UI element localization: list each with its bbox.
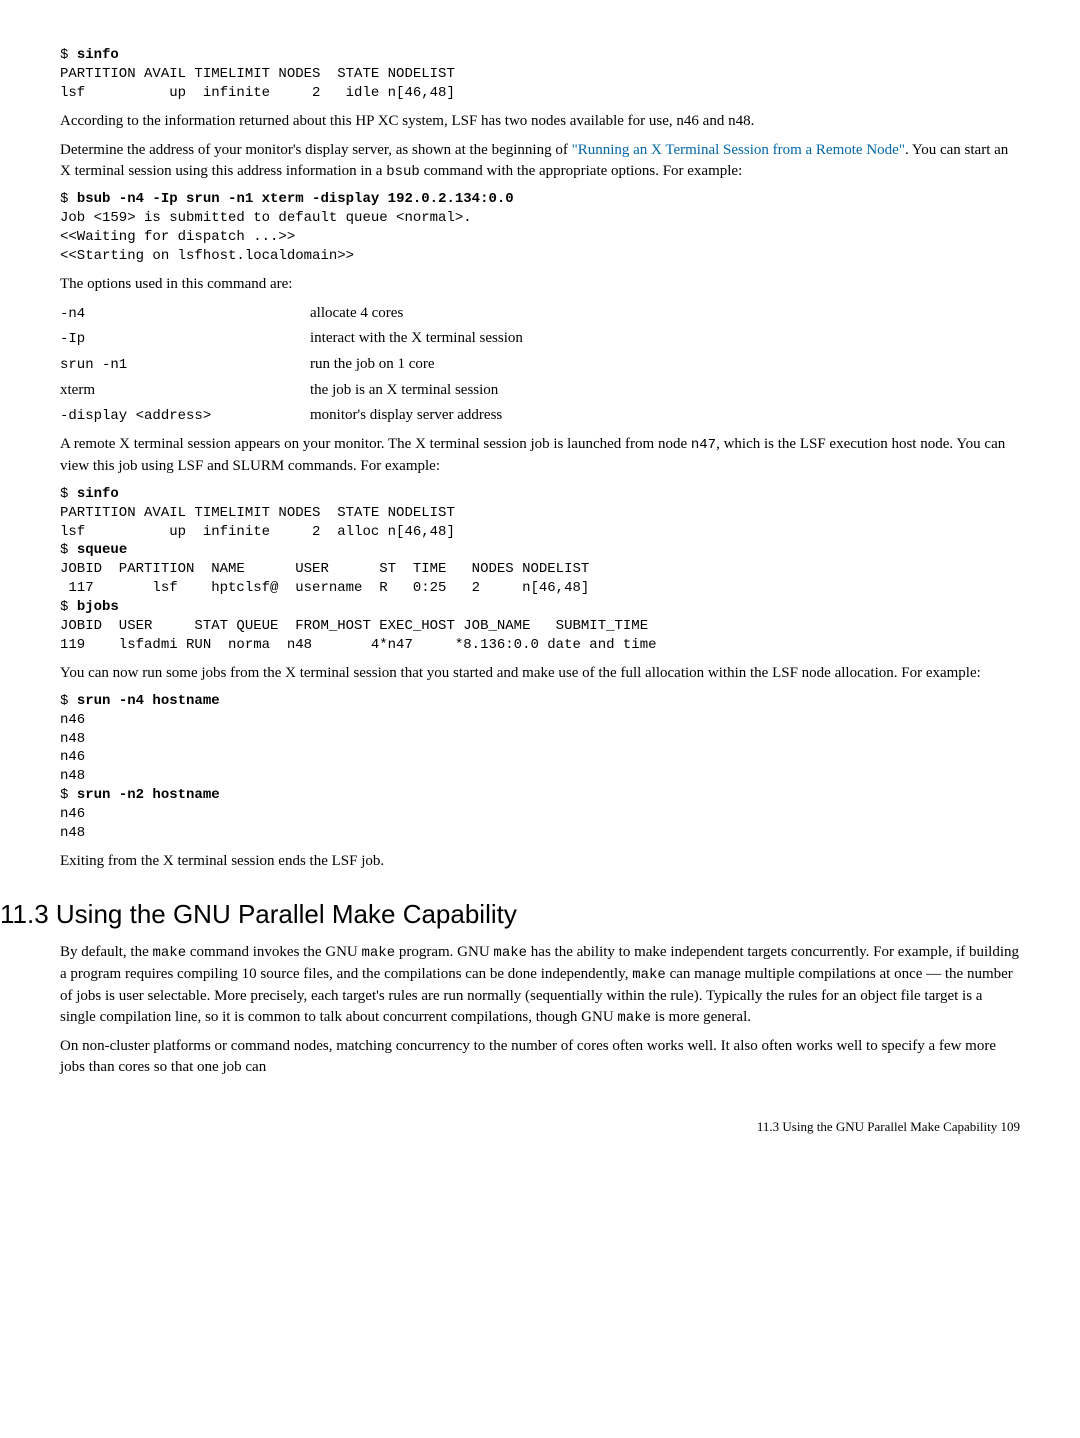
para-determine-address: Determine the address of your monitor's … xyxy=(60,140,1020,183)
opt-val: monitor's display server address xyxy=(310,405,502,426)
code-make: make xyxy=(493,945,527,961)
section-heading-11-3: 11.3 Using the GNU Parallel Make Capabil… xyxy=(0,896,1020,932)
code-make: make xyxy=(632,967,666,983)
para-gnu-make: By default, the make command invokes the… xyxy=(60,942,1020,1028)
opt-row: -n4 allocate 4 cores xyxy=(60,303,1020,325)
opt-val: run the job on 1 core xyxy=(310,354,435,375)
code-n47: n47 xyxy=(691,437,716,453)
code-bsub: bsub xyxy=(386,164,420,180)
code-block-srun: $ srun -n4 hostname n46 n48 n46 n48 $ sr… xyxy=(60,692,1020,843)
opt-val: the job is an X terminal session xyxy=(310,380,498,401)
code-make: make xyxy=(361,945,395,961)
code-make: make xyxy=(152,945,186,961)
code-block-sinfo: $ sinfo PARTITION AVAIL TIMELIMIT NODES … xyxy=(60,46,1020,103)
opt-key: srun -n1 xyxy=(60,356,310,376)
opt-row: -display <address> monitor's display ser… xyxy=(60,405,1020,427)
opt-val: allocate 4 cores xyxy=(310,303,403,324)
opt-row: xterm the job is an X terminal session xyxy=(60,380,1020,401)
para-available-nodes: According to the information returned ab… xyxy=(60,111,1020,132)
opt-key: -display <address> xyxy=(60,407,310,427)
para-run-jobs: You can now run some jobs from the X ter… xyxy=(60,663,1020,684)
code-make: make xyxy=(617,1010,651,1026)
opt-row: srun -n1 run the job on 1 core xyxy=(60,354,1020,376)
opt-row: -Ip interact with the X terminal session xyxy=(60,328,1020,350)
code-block-bsub: $ bsub -n4 -Ip srun -n1 xterm -display 1… xyxy=(60,190,1020,266)
para-remote-session: A remote X terminal session appears on y… xyxy=(60,434,1020,477)
opt-val: interact with the X terminal session xyxy=(310,328,523,349)
opt-key: -Ip xyxy=(60,330,310,350)
para-options-used: The options used in this command are: xyxy=(60,274,1020,295)
opt-key: -n4 xyxy=(60,305,310,325)
options-table: -n4 allocate 4 cores -Ip interact with t… xyxy=(60,303,1020,426)
para-non-cluster: On non-cluster platforms or command node… xyxy=(60,1036,1020,1078)
para-exit-session: Exiting from the X terminal session ends… xyxy=(60,851,1020,872)
code-block-sinfo-squeue-bjobs: $ sinfo PARTITION AVAIL TIMELIMIT NODES … xyxy=(60,485,1020,655)
opt-key: xterm xyxy=(60,380,310,401)
link-running-xterm[interactable]: "Running an X Terminal Session from a Re… xyxy=(572,142,905,158)
page-footer: 11.3 Using the GNU Parallel Make Capabil… xyxy=(60,1118,1020,1136)
